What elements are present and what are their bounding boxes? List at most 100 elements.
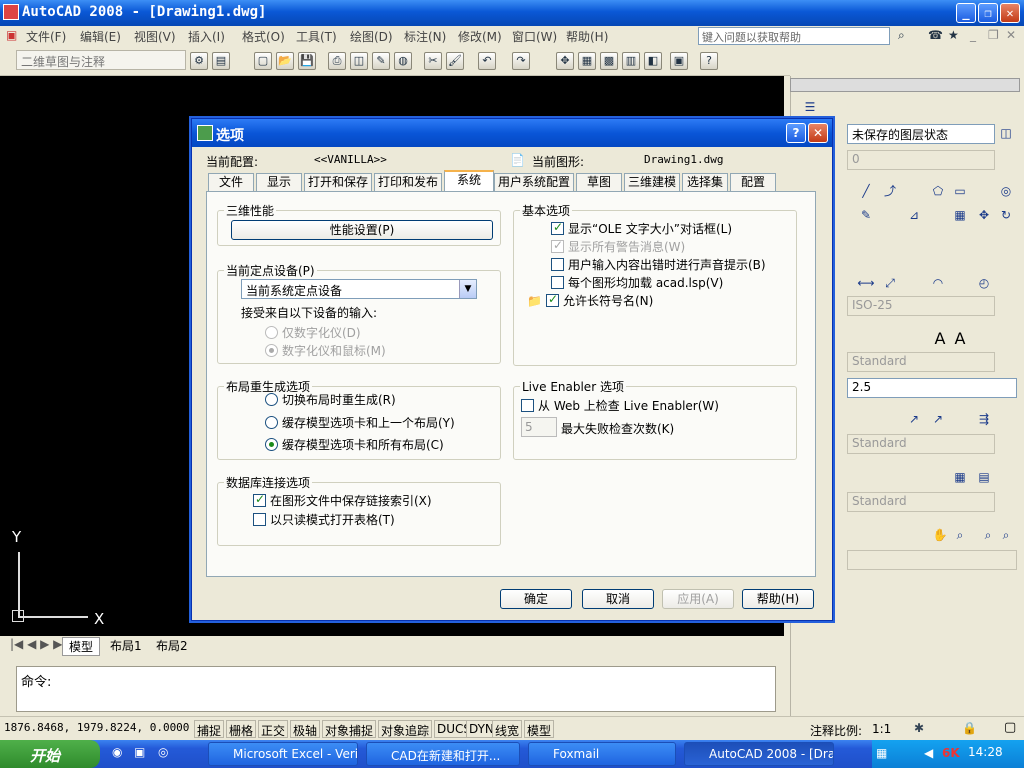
tab-open-save[interactable]: 打开和保存 (304, 173, 372, 191)
clean-screen-icon[interactable]: ▢ (1004, 720, 1016, 735)
db-option-1[interactable]: 在图形文件中保存链接索引(X) (253, 492, 432, 509)
quicklaunch-media-icon[interactable]: ◎ (158, 745, 168, 759)
ortho-toggle[interactable]: 正交 (258, 720, 289, 738)
tray-antivirus-icon[interactable]: 6K (942, 746, 960, 760)
add-leader-icon[interactable]: ↗ (929, 410, 947, 428)
pan-realtime-icon[interactable]: ✋ (931, 526, 949, 544)
cut-icon[interactable]: ✂ (424, 52, 442, 70)
general-option-1-checkbox[interactable] (551, 220, 564, 235)
tab-layout1[interactable]: 布局1 (104, 637, 148, 654)
markup-icon[interactable]: ◧ (644, 52, 662, 70)
table-icon[interactable]: ▦ (951, 468, 969, 486)
db-option-2[interactable]: 以只读模式打开表格(T) (253, 511, 395, 528)
annotation-scale-value[interactable]: 1:1 (872, 722, 891, 736)
apply-button[interactable]: 应用(A) (662, 589, 734, 609)
app-menu-icon[interactable]: ▣ (6, 28, 17, 42)
undo-icon[interactable]: ↶ (478, 52, 496, 70)
design-center-icon[interactable]: ▩ (600, 52, 618, 70)
radio-digitizer-only[interactable]: 仅数字化仪(D) (265, 324, 361, 341)
zoom-realtime-icon[interactable]: ⌕ (951, 526, 969, 544)
radio-digitizer-mouse-indicator[interactable] (265, 344, 278, 357)
menu-file[interactable]: 文件(F) (26, 28, 66, 45)
osnap-toggle[interactable]: 对象捕捉 (322, 720, 377, 738)
calculator-icon[interactable]: ▣ (670, 52, 688, 70)
radio-digitizer-mouse[interactable]: 数字化仪和鼠标(M) (265, 342, 386, 359)
mleader-style-select[interactable]: Standard (847, 434, 995, 454)
communication-center-icon[interactable]: ☎ (928, 28, 943, 42)
move-icon[interactable]: ✥ (975, 206, 993, 224)
text-height-select[interactable]: 2.5 (847, 378, 1017, 398)
polygon-icon[interactable]: ⬠ (929, 182, 947, 200)
publish-icon[interactable]: ✎ (372, 52, 390, 70)
multiline-text-icon[interactable]: A (951, 330, 969, 348)
favorites-icon[interactable]: ★ (948, 28, 959, 42)
tab-selection[interactable]: 选择集 (682, 173, 728, 191)
linear-dimension-icon[interactable]: ⟷ (857, 274, 875, 292)
layer-state-select[interactable]: 未保存的图层状态 (847, 124, 995, 144)
lock-icon[interactable]: 🔒 (962, 721, 977, 735)
tray-back-icon[interactable]: ◀ (924, 746, 933, 760)
task-foxmail[interactable]: Foxmail (528, 742, 676, 766)
menu-tools[interactable]: 工具(T) (296, 28, 337, 45)
dialog-close-button[interactable]: ✕ (808, 123, 828, 143)
workspace-select[interactable]: 二维草图与注释 (16, 50, 186, 70)
pointing-device-select[interactable]: 当前系统定点设备 ▼ (241, 279, 477, 299)
help-icon[interactable]: ? (700, 52, 718, 70)
rotate-icon[interactable]: ↻ (997, 206, 1015, 224)
help-search-input[interactable]: 键入问题以获取帮助 (698, 27, 890, 45)
aligned-dimension-icon[interactable]: ⤢ (881, 274, 899, 292)
regen-option-2-indicator[interactable] (265, 416, 278, 429)
menu-modify[interactable]: 修改(M) (458, 28, 502, 45)
menu-format[interactable]: 格式(O) (242, 28, 285, 45)
performance-settings-button[interactable]: 性能设置(P) (231, 220, 493, 240)
regen-option-2[interactable]: 缓存模型选项卡和上一个布局(Y) (265, 414, 455, 431)
db-option-2-checkbox[interactable] (253, 513, 266, 526)
zoom-previous-icon[interactable]: ⌕ (997, 526, 1015, 544)
general-option-3[interactable]: 用户输入内容出错时进行声音提示(B) (551, 256, 766, 273)
polar-toggle[interactable]: 极轴 (290, 720, 321, 738)
task-autocad[interactable]: AutoCAD 2008 - [Dra... (684, 742, 834, 766)
menu-dimension[interactable]: 标注(N) (404, 28, 446, 45)
task-excel[interactable]: Microsoft Excel - Verif... (208, 742, 358, 766)
regen-option-1-indicator[interactable] (265, 393, 278, 406)
tab-display[interactable]: 显示 (256, 173, 302, 191)
plot-preview-icon[interactable]: ◫ (350, 52, 368, 70)
layer-select[interactable]: 0 (847, 150, 995, 170)
snap-toggle[interactable]: 捕捉 (194, 720, 225, 738)
max-failed-checks-input[interactable]: 5 (521, 417, 557, 437)
start-button[interactable]: 开始 (0, 740, 100, 768)
command-window[interactable]: 命令: (16, 666, 776, 712)
polyline-icon[interactable]: ⤴ (881, 182, 899, 200)
arc-length-icon[interactable]: ◠ (929, 274, 947, 292)
ok-button[interactable]: 确定 (500, 589, 572, 609)
tab-plot-publish[interactable]: 打印和发布 (374, 173, 442, 191)
regen-option-3-indicator[interactable] (265, 438, 278, 451)
search-icon[interactable]: ⌕ (898, 28, 905, 43)
array-icon[interactable]: ▦ (951, 206, 969, 224)
regen-option-3[interactable]: 缓存模型选项卡和所有布局(C) (265, 436, 444, 453)
quicklaunch-ie-icon[interactable]: ◉ (112, 745, 122, 759)
general-option-2-checkbox[interactable] (551, 238, 564, 253)
general-option-2[interactable]: 显示所有警告消息(W) (551, 238, 685, 255)
otrack-toggle[interactable]: 对象追踪 (378, 720, 433, 738)
rectangle-icon[interactable]: ▭ (951, 182, 969, 200)
doc-restore-icon[interactable]: ❐ (988, 28, 999, 42)
lineweight-toggle[interactable]: 线宽 (492, 720, 523, 738)
db-option-1-checkbox[interactable] (253, 492, 266, 507)
tray-keyboard-icon[interactable]: ▦ (876, 746, 887, 760)
live-enabler-option-1[interactable]: 从 Web 上检查 Live Enabler(W) (521, 397, 719, 414)
table-style-icon[interactable]: ▤ (975, 468, 993, 486)
align-leader-icon[interactable]: ⇶ (975, 410, 993, 428)
tab-model[interactable]: 模型 (62, 637, 101, 656)
menu-draw[interactable]: 绘图(D) (350, 28, 393, 45)
restore-button[interactable]: ❐ (978, 3, 998, 23)
zoom-window-icon[interactable]: ⌕ (979, 526, 997, 544)
tab-drafting[interactable]: 草图 (576, 173, 622, 191)
tab-profiles[interactable]: 配置 (730, 173, 776, 191)
menu-view[interactable]: 视图(V) (134, 28, 176, 45)
pan-icon[interactable]: ✥ (556, 52, 574, 70)
help-button[interactable]: 帮助(H) (742, 589, 814, 609)
close-button[interactable]: ✕ (1000, 3, 1020, 23)
match-properties-icon[interactable]: 🖌 (446, 52, 464, 70)
redo-icon[interactable]: ↷ (512, 52, 530, 70)
